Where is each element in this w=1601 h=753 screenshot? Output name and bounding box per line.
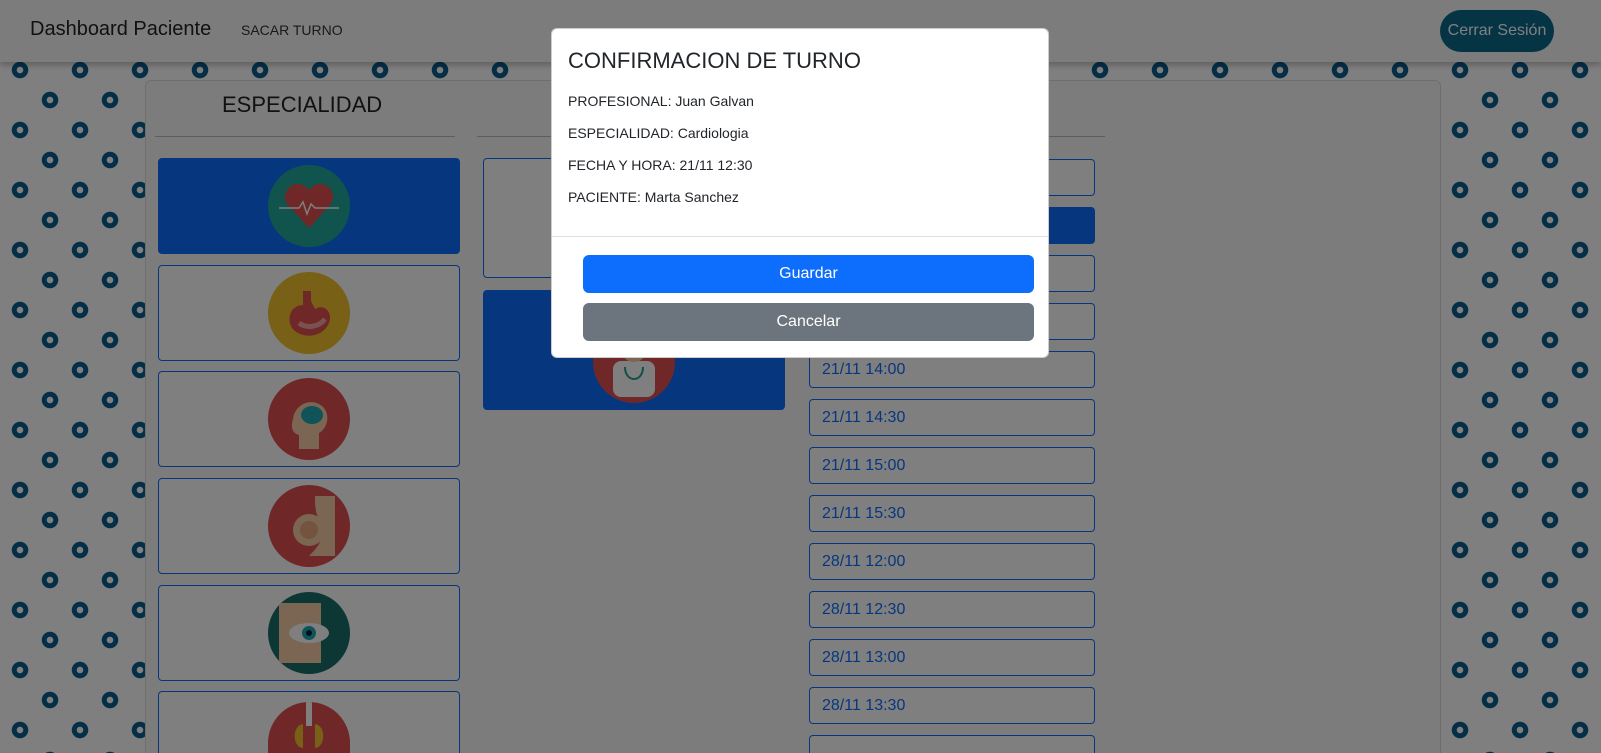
professional-text: PROFESIONAL: Juan Galvan <box>568 93 754 109</box>
save-button[interactable]: Guardar <box>583 255 1034 293</box>
patient-text: PACIENTE: Marta Sanchez <box>568 189 739 205</box>
confirmation-modal: CONFIRMACION DE TURNO PROFESIONAL: Juan … <box>551 28 1049 358</box>
cancel-button[interactable]: Cancelar <box>583 303 1034 341</box>
modal-divider <box>552 236 1048 237</box>
datetime-text: FECHA Y HORA: 21/11 12:30 <box>568 157 753 173</box>
specialty-text: ESPECIALIDAD: Cardiologia <box>568 125 749 141</box>
modal-title: CONFIRMACION DE TURNO <box>568 48 861 73</box>
